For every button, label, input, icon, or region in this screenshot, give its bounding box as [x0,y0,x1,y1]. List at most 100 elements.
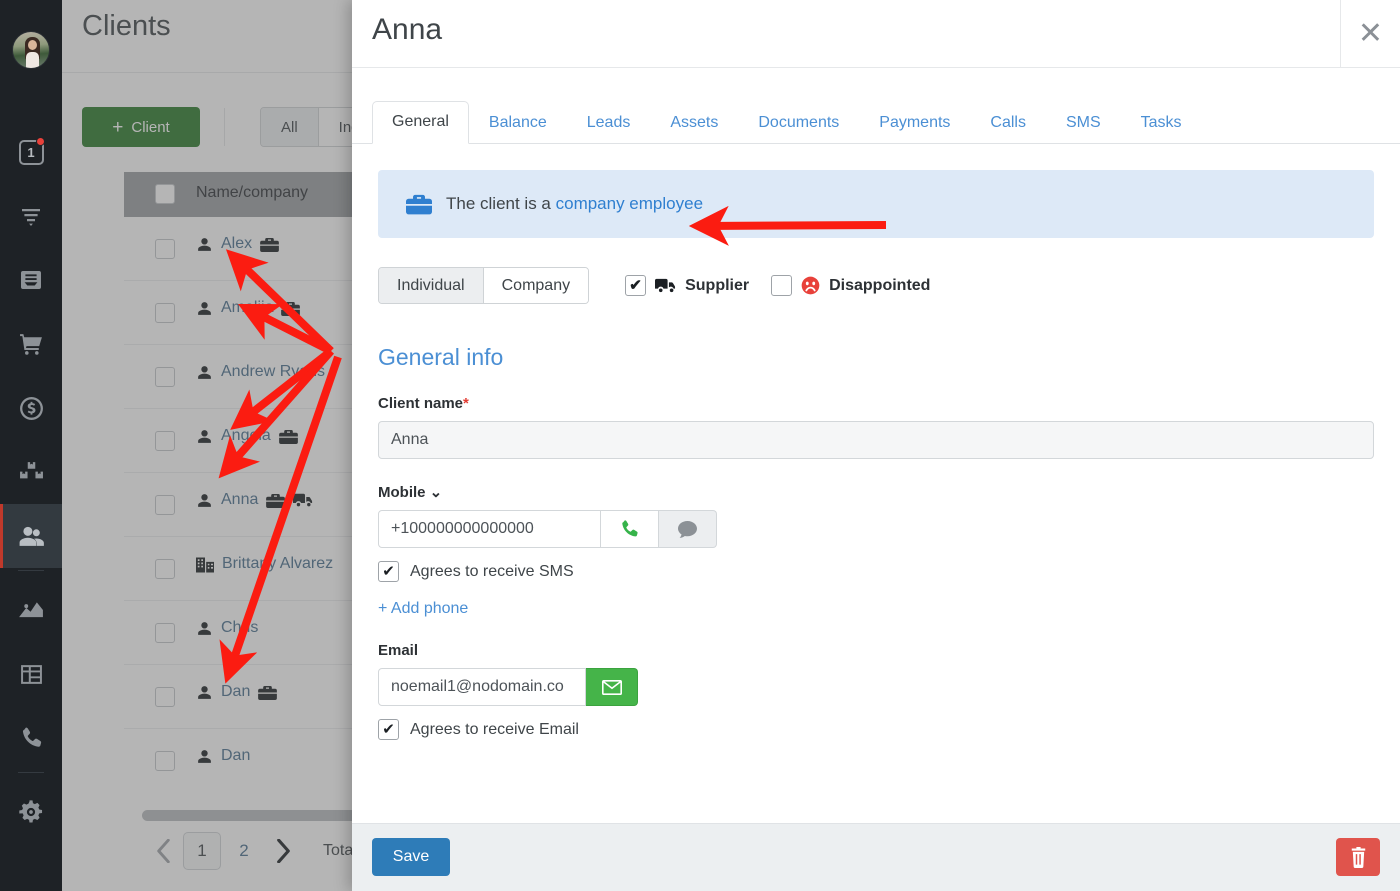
sidebar: 1 [0,0,62,891]
disappointed-checkbox[interactable] [771,275,793,296]
sidebar-item-clients[interactable] [0,504,62,568]
gear-icon [19,800,43,823]
add-phone-link[interactable]: + Add phone [378,600,1374,618]
row-name-cell[interactable]: Alex [196,235,279,253]
call-button[interactable] [601,510,659,548]
entity-type-individual[interactable]: Individual [379,268,484,303]
tab-calls[interactable]: Calls [970,103,1046,144]
chevron-right-icon [276,839,290,863]
add-client-label: Client [131,118,170,136]
delete-button[interactable] [1336,838,1380,876]
toolbar-divider [224,108,225,146]
email-input[interactable]: noemail1@nodomain.co [378,668,586,706]
sidebar-item-settings[interactable] [0,780,62,844]
plus-icon: + [112,116,124,138]
save-button[interactable]: Save [372,838,450,876]
row-name-cell[interactable]: Angela [196,427,298,445]
client-name-input[interactable]: Anna [378,421,1374,459]
notice-text: The client is a company employee [446,194,703,214]
sidebar-item-board[interactable] [0,642,62,706]
phone-icon [622,519,638,536]
tab-sms[interactable]: SMS [1046,103,1121,144]
tab-tasks[interactable]: Tasks [1121,103,1202,144]
tab-general[interactable]: General [372,101,469,144]
chevron-left-icon [156,839,170,863]
sms-button[interactable] [659,510,717,548]
notice-prefix: The client is a [446,194,556,213]
tab-leads[interactable]: Leads [567,103,651,144]
analytics-chart-icon [19,602,43,618]
general-info-heading: General info [378,344,504,370]
filter-all[interactable]: All [261,108,319,146]
email-consent-label: Agrees to receive Email [410,720,579,738]
sidebar-divider [18,772,44,773]
tab-documents[interactable]: Documents [738,103,859,144]
row-name-cell[interactable]: Dan [196,683,278,701]
entity-type-company[interactable]: Company [483,268,589,303]
sidebar-item-warehouse[interactable] [0,440,62,504]
sidebar-item-finance[interactable] [0,376,62,440]
sidebar-item-calls[interactable] [0,706,62,770]
sidebar-item-inbox[interactable] [0,248,62,312]
page-1-button[interactable]: 1 [183,832,221,870]
supplier-flag[interactable]: ✔ Supplier [625,275,749,296]
row-checkbox[interactable] [155,239,175,259]
client-detail-modal: Anna ✕ General Balance Leads Assets Docu… [352,0,1400,891]
chat-bubble-icon [678,520,697,538]
person-icon [198,429,211,443]
sidebar-item-funnel[interactable] [0,184,62,248]
trash-icon [1351,846,1365,868]
row-checkbox[interactable] [155,303,175,323]
boxes-icon [19,461,43,478]
supplier-checkbox[interactable]: ✔ [625,275,647,296]
row-name-cell[interactable]: Chris [196,619,258,637]
sms-consent-row[interactable]: ✔ Agrees to receive SMS [378,561,1374,582]
person-icon [198,685,211,699]
row-name-text: Angela [221,427,271,444]
person-icon [198,365,211,379]
row-checkbox[interactable] [155,751,175,771]
row-checkbox[interactable] [155,495,175,515]
email-consent-row[interactable]: ✔ Agrees to receive Email [378,719,1374,740]
add-client-button[interactable]: + Client [82,107,200,147]
entity-type-toggle[interactable]: Individual Company [378,267,590,304]
row-name-cell[interactable]: Brittany Alvarez [196,555,333,573]
sms-consent-checkbox[interactable]: ✔ [378,561,399,582]
next-page-button[interactable] [267,832,299,870]
entity-flags-row: Individual Company ✔ Supplier Disappoint… [378,267,1374,304]
row-checkbox[interactable] [155,559,175,579]
sidebar-divider [18,570,44,571]
mobile-input-group: +100000000000000 [378,510,1374,548]
row-name-cell[interactable]: Anna [196,491,313,509]
row-checkbox[interactable] [155,367,175,387]
row-checkbox[interactable] [155,623,175,643]
chevron-down-icon[interactable]: ⌄ [430,484,443,501]
sidebar-item-cart[interactable] [0,312,62,376]
row-checkbox[interactable] [155,431,175,451]
row-name-text: Amaliia [221,299,274,316]
sidebar-item-analytics[interactable] [0,578,62,642]
disappointed-flag[interactable]: Disappointed [771,275,930,296]
page-2-button[interactable]: 2 [225,832,263,870]
tab-payments[interactable]: Payments [859,103,970,144]
row-name-cell[interactable]: Andrew Ryans [196,363,325,381]
close-icon[interactable]: ✕ [1340,0,1400,67]
company-employee-link[interactable]: company employee [556,194,703,213]
send-email-button[interactable] [586,668,638,706]
row-checkbox[interactable] [155,687,175,707]
prev-page-button[interactable] [147,832,179,870]
row-name-cell[interactable]: Dan [196,747,250,765]
column-header-name: Name/company [196,184,309,201]
row-name-cell[interactable]: Amaliia [196,299,301,317]
select-all-checkbox[interactable] [155,184,175,204]
tab-assets[interactable]: Assets [650,103,738,144]
user-avatar[interactable] [12,31,50,69]
sidebar-item-tasks[interactable]: 1 [0,120,62,184]
email-consent-checkbox[interactable]: ✔ [378,719,399,740]
funnel-icon [22,209,40,226]
tab-balance[interactable]: Balance [469,103,567,144]
modal-tabs: General Balance Leads Assets Documents P… [352,68,1400,144]
mobile-input[interactable]: +100000000000000 [378,510,601,548]
row-name-text: Brittany Alvarez [222,555,334,572]
modal-header: Anna ✕ [352,0,1400,68]
